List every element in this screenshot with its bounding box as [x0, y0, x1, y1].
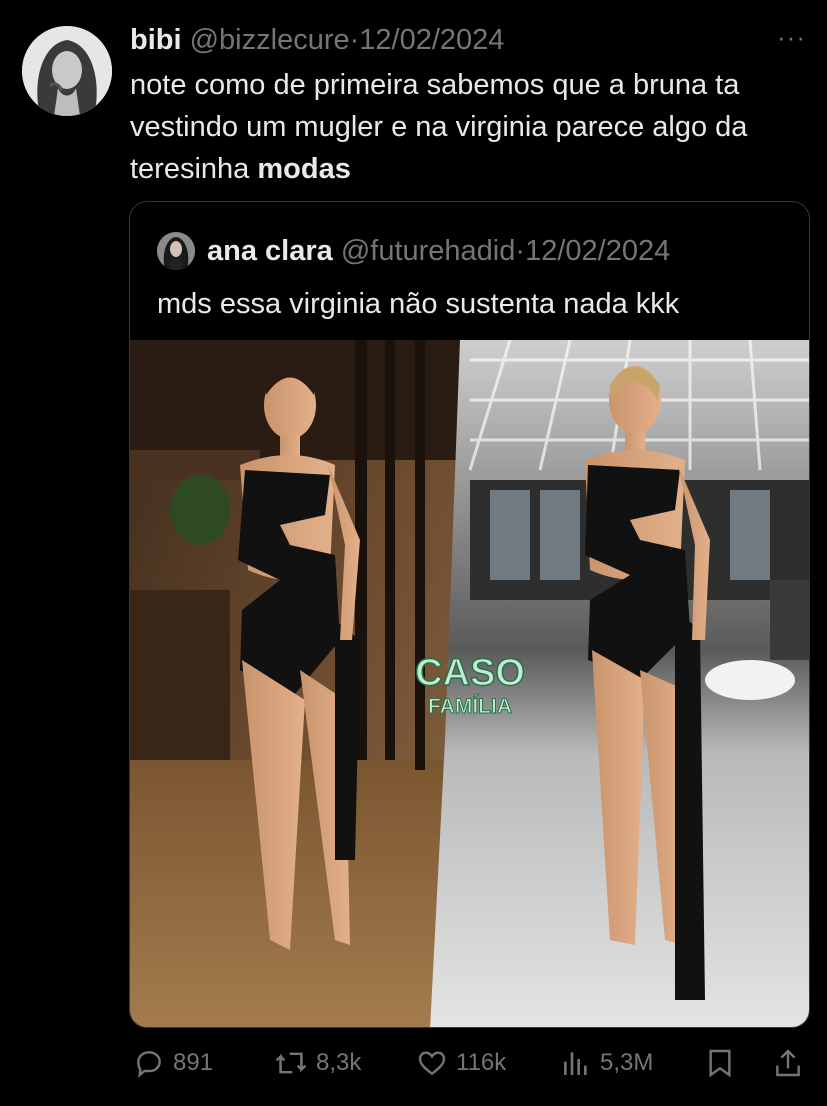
reply-button[interactable]: 891 — [133, 1040, 213, 1086]
bookmark-icon — [709, 1049, 731, 1078]
watermark-familia: FAMÍLIA — [428, 695, 512, 718]
tweet-text: note como de primeira sabemos que a brun… — [130, 64, 810, 190]
quoted-separator-dot: · — [515, 235, 526, 267]
author-handle[interactable]: @bizzlecure — [190, 24, 350, 56]
share-button[interactable] — [773, 1040, 803, 1086]
quoted-tweet[interactable]: ana clara @futurehadid·12/02/2024 mds es… — [129, 201, 810, 1028]
views-icon — [564, 1052, 587, 1075]
quoted-header: ana clara @futurehadid·12/02/2024 — [207, 232, 670, 270]
quoted-photo[interactable]: CASO FAMÍLIA — [130, 340, 809, 1027]
repost-icon — [275, 1052, 307, 1074]
author-avatar[interactable] — [22, 26, 112, 116]
quoted-author-name[interactable]: ana clara — [207, 235, 333, 267]
author-name[interactable]: bibi — [130, 24, 182, 56]
more-options-icon[interactable]: ··· — [777, 22, 806, 53]
like-count: 116k — [456, 1049, 507, 1076]
tweet-text-bold: modas — [257, 153, 351, 185]
watermark-caso: CASO — [415, 652, 525, 694]
views-button[interactable]: 5,3M — [560, 1040, 653, 1086]
quoted-text: mds essa virginia não sustenta nada kkk — [157, 288, 680, 320]
quoted-date[interactable]: 12/02/2024 — [525, 235, 670, 267]
quoted-author-handle[interactable]: @futurehadid — [341, 235, 516, 267]
repost-button[interactable]: 8,3k — [274, 1040, 361, 1086]
share-icon — [776, 1049, 800, 1077]
reply-icon — [137, 1051, 161, 1078]
repost-count: 8,3k — [316, 1049, 362, 1076]
like-icon — [418, 1051, 446, 1076]
tweet-date[interactable]: 12/02/2024 — [359, 24, 504, 56]
separator-dot: · — [349, 24, 360, 56]
tweet-text-plain: note como de primeira sabemos que a brun… — [130, 69, 748, 185]
tweet: bibi @bizzlecure·12/02/2024 ··· note com… — [0, 0, 827, 1106]
quoted-author-avatar[interactable] — [157, 232, 195, 270]
views-count: 5,3M — [600, 1049, 654, 1076]
like-button[interactable]: 116k — [416, 1040, 506, 1086]
bookmark-button[interactable] — [705, 1040, 735, 1086]
reply-count: 891 — [173, 1049, 214, 1076]
action-bar: 891 8,3k 116k 5,3M — [0, 1040, 827, 1086]
tweet-header: bibi @bizzlecure·12/02/2024 — [130, 22, 504, 58]
